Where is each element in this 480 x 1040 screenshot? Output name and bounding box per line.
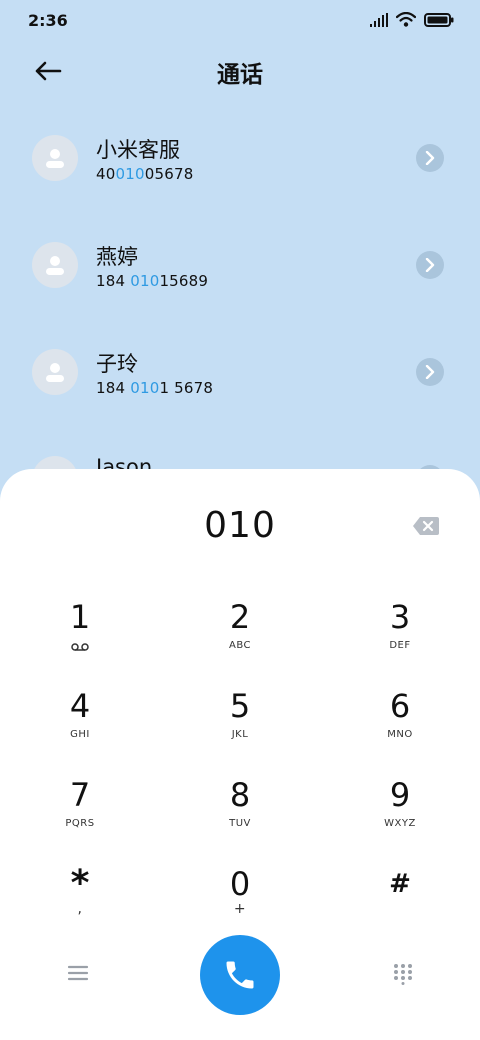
- contact-name: 小米客服: [96, 138, 180, 162]
- key-1[interactable]: 1: [20, 598, 140, 678]
- keypad-icon[interactable]: [392, 963, 414, 985]
- contact-item[interactable]: 燕婷 184 01015689: [0, 217, 480, 324]
- avatar: [32, 242, 78, 288]
- chevron-right-icon: [425, 365, 435, 379]
- key-digit: #: [389, 869, 411, 899]
- key-star[interactable]: * ,: [20, 865, 140, 945]
- key-hash[interactable]: #: [340, 865, 460, 945]
- key-digit: 0: [229, 865, 251, 903]
- status-time: 2:36: [28, 11, 68, 30]
- signal-icon: [370, 12, 388, 27]
- key-7[interactable]: 7 PQRS: [20, 776, 140, 856]
- status-bar: 2:36: [0, 0, 480, 40]
- key-0[interactable]: 0 +: [180, 865, 300, 945]
- key-letters: +: [233, 901, 247, 917]
- header: 通话: [0, 45, 480, 97]
- key-8[interactable]: 8 TUV: [180, 776, 300, 856]
- avatar: [32, 135, 78, 181]
- contact-number: 4001005678: [96, 165, 194, 183]
- key-letters: WXYZ: [384, 818, 416, 829]
- key-digit: 3: [389, 598, 411, 636]
- menu-icon[interactable]: [66, 963, 90, 983]
- key-letters: PQRS: [65, 818, 95, 829]
- key-letters: GHI: [70, 729, 90, 740]
- wifi-icon: [396, 12, 416, 27]
- dialed-number: 010: [204, 505, 276, 546]
- key-9[interactable]: 9 WXYZ: [340, 776, 460, 856]
- contact-number: 184 01015689: [96, 272, 209, 290]
- key-digit: 2: [229, 598, 251, 636]
- chevron-right-icon: [425, 258, 435, 272]
- bottom-bar: [0, 935, 480, 1015]
- key-letters: ABC: [228, 640, 251, 651]
- key-letters: ,: [77, 901, 83, 917]
- person-icon: [46, 149, 64, 168]
- contact-detail-button[interactable]: [416, 251, 444, 279]
- backspace-icon[interactable]: [412, 516, 440, 536]
- page-title: 通话: [217, 62, 263, 88]
- key-digit: 4: [69, 687, 91, 725]
- call-button[interactable]: [200, 935, 280, 1015]
- key-digit: 5: [229, 687, 251, 725]
- person-icon: [46, 363, 64, 382]
- contact-name: 燕婷: [96, 245, 138, 269]
- contact-number: 184 0101 5678: [96, 379, 214, 397]
- phone-icon: [226, 961, 254, 989]
- key-3[interactable]: 3 DEF: [340, 598, 460, 678]
- contact-detail-button[interactable]: [416, 144, 444, 172]
- key-digit: 6: [389, 687, 411, 725]
- avatar: [32, 349, 78, 395]
- voicemail-icon: [71, 643, 89, 651]
- key-letters: DEF: [389, 640, 411, 651]
- key-4[interactable]: 4 GHI: [20, 687, 140, 767]
- key-5[interactable]: 5 JKL: [180, 687, 300, 767]
- key-letters: MNO: [387, 729, 413, 740]
- key-digit: 7: [69, 776, 91, 814]
- chevron-right-icon: [425, 151, 435, 165]
- status-icons: [370, 12, 454, 27]
- key-letters: JKL: [231, 729, 249, 740]
- key-digit: *: [70, 863, 90, 904]
- key-digit: 1: [69, 598, 91, 636]
- contact-detail-button[interactable]: [416, 358, 444, 386]
- key-6[interactable]: 6 MNO: [340, 687, 460, 767]
- contact-item[interactable]: 小米客服 4001005678: [0, 110, 480, 217]
- contact-name: 子玲: [96, 352, 138, 376]
- key-2[interactable]: 2 ABC: [180, 598, 300, 678]
- battery-icon: [424, 12, 454, 27]
- key-digit: 9: [389, 776, 411, 814]
- key-letters: TUV: [229, 818, 251, 829]
- person-icon: [46, 256, 64, 275]
- key-digit: 8: [229, 776, 251, 814]
- contact-item[interactable]: 子玲 184 0101 5678: [0, 324, 480, 431]
